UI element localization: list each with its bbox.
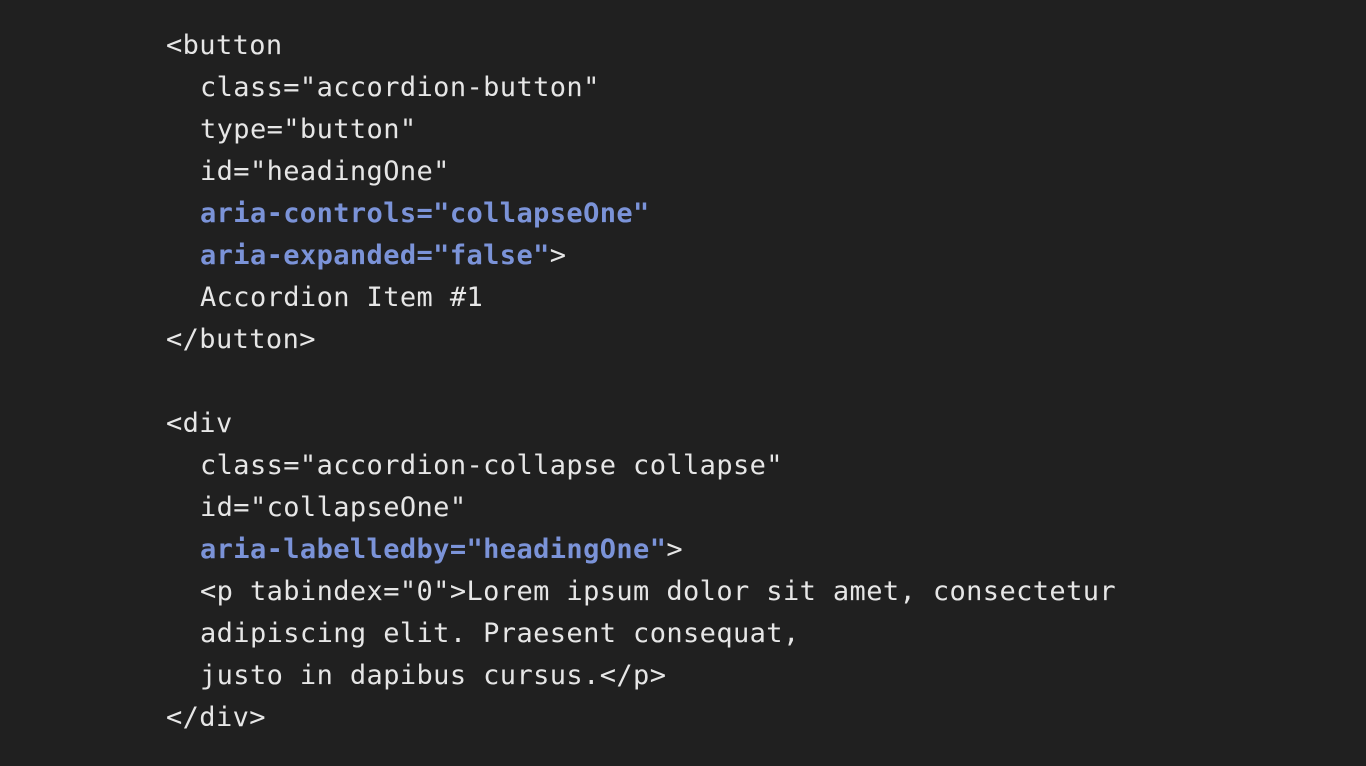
code-token: Accordion Item #1 [200, 282, 484, 313]
code-token: <p tabindex="0">Lorem ipsum dolor sit am… [200, 576, 1117, 607]
code-line: type="button" [166, 109, 1116, 151]
code-line: <div [166, 403, 1116, 445]
code-token: justo in dapibus cursus.</p> [200, 660, 667, 691]
code-line: <p tabindex="0">Lorem ipsum dolor sit am… [166, 571, 1116, 613]
code-line: aria-controls="collapseOne" [166, 193, 1116, 235]
code-line: aria-expanded="false"> [166, 235, 1116, 277]
code-token: </button> [166, 324, 316, 355]
code-token: id="collapseOne" [200, 492, 467, 523]
code-line: adipiscing elit. Praesent consequat, [166, 613, 1116, 655]
code-block: <button class="accordion-button" type="but… [166, 25, 1116, 739]
code-line: aria-labelledby="headingOne"> [166, 529, 1116, 571]
highlighted-code-token: aria-expanded="false" [200, 240, 550, 271]
code-line: id="headingOne" [166, 151, 1116, 193]
highlighted-code-token: aria-controls="collapseOne" [200, 198, 650, 229]
code-token: <div [166, 408, 233, 439]
code-line: <button [166, 25, 1116, 67]
code-token: class="accordion-button" [200, 72, 600, 103]
code-token: </div> [166, 702, 266, 733]
code-line: class="accordion-collapse collapse" [166, 445, 1116, 487]
code-token: <button [166, 30, 283, 61]
code-token: id="headingOne" [200, 156, 450, 187]
code-line: Accordion Item #1 [166, 277, 1116, 319]
highlighted-code-token: aria-labelledby="headingOne" [200, 534, 667, 565]
code-token: > [549, 240, 567, 271]
code-token: class="accordion-collapse collapse" [200, 450, 783, 481]
code-token: adipiscing elit. Praesent consequat, [200, 618, 800, 649]
code-line: class="accordion-button" [166, 67, 1116, 109]
code-token: type="button" [200, 114, 417, 145]
code-line: justo in dapibus cursus.</p> [166, 655, 1116, 697]
code-line: </button> [166, 319, 1116, 361]
code-panel: <button class="accordion-button" type="but… [0, 0, 1366, 766]
code-line: </div> [166, 697, 1116, 739]
code-line: id="collapseOne" [166, 487, 1116, 529]
code-token: > [666, 534, 684, 565]
